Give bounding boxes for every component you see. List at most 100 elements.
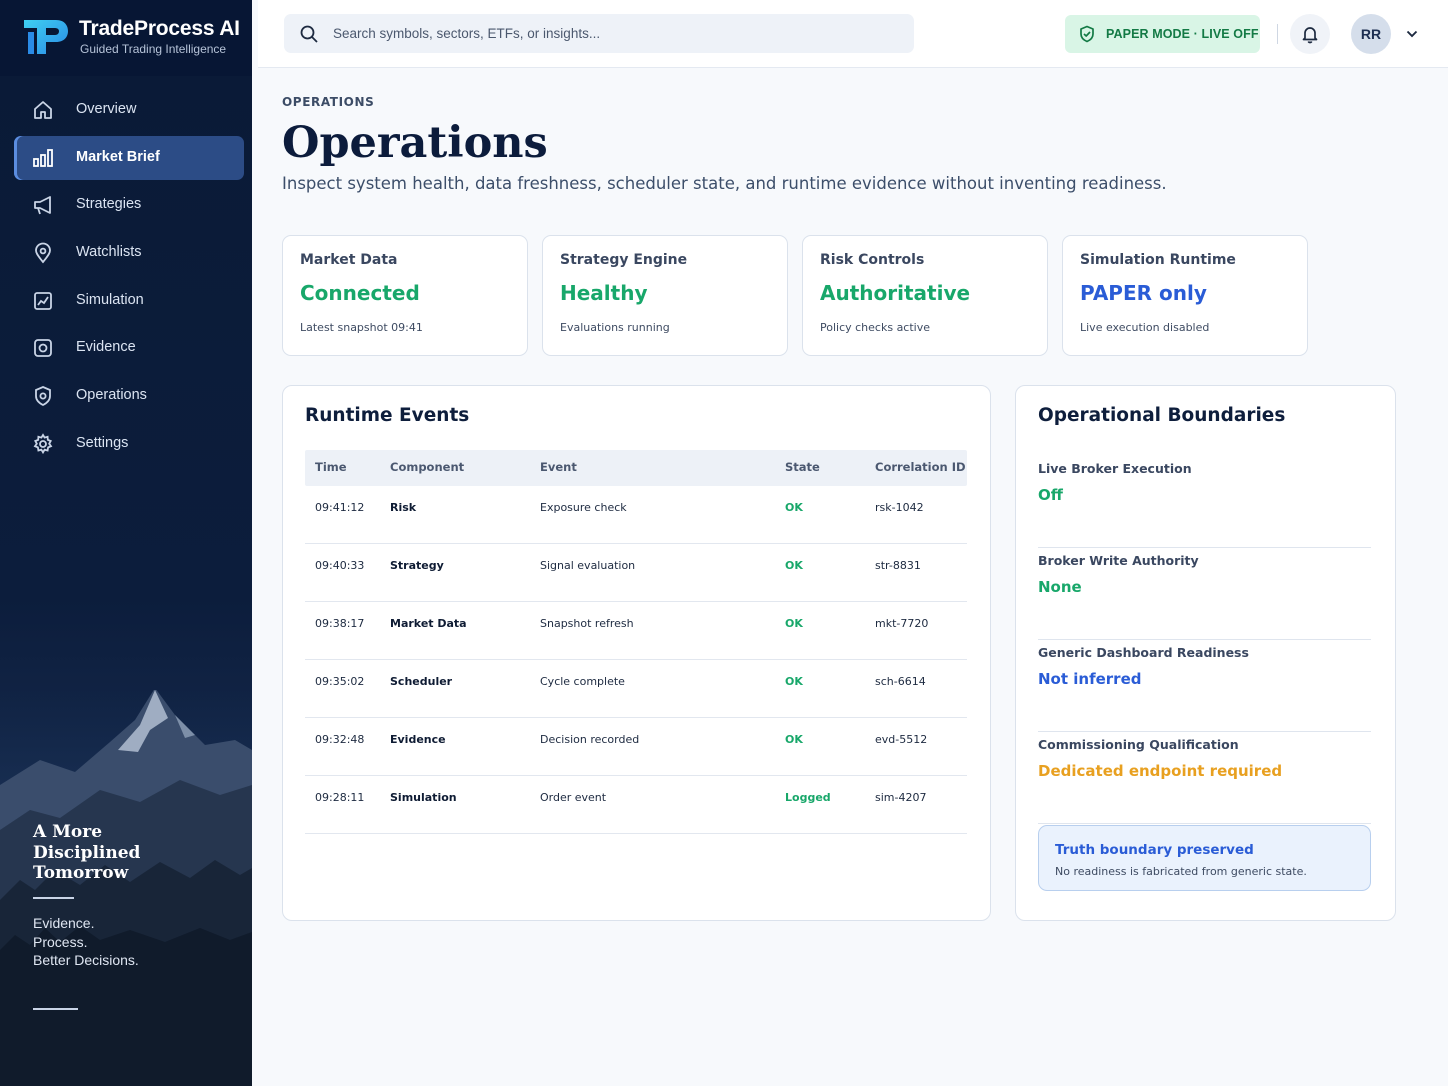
boundary-value: Dedicated endpoint required	[1038, 762, 1283, 780]
promo-tagline-line: Disciplined	[33, 842, 141, 863]
cell-time: 09:41:12	[315, 501, 365, 514]
table-row[interactable]: 09:32:48 Evidence Decision recorded OK e…	[305, 718, 967, 776]
sidebar-item-label: Settings	[76, 434, 129, 451]
sidebar-item-label: Strategies	[76, 196, 142, 213]
status-card-value: Connected	[300, 281, 420, 305]
cell-time: 09:32:48	[315, 733, 365, 746]
panel-title: Operational Boundaries	[1038, 405, 1286, 426]
promo-divider	[33, 897, 74, 899]
cell-event: Exposure check	[540, 501, 627, 514]
cell-state: Logged	[785, 791, 831, 804]
truth-boundary-notice: Truth boundary preserved No readiness is…	[1038, 825, 1371, 891]
boundary-label: Live Broker Execution	[1038, 461, 1192, 476]
notifications-button[interactable]	[1290, 14, 1330, 54]
sidebar-item-simulation[interactable]: Simulation	[14, 279, 244, 323]
table-row[interactable]: 09:40:33 Strategy Signal evaluation OK s…	[305, 544, 967, 602]
search-icon	[300, 25, 318, 43]
brand-header[interactable]: TradeProcess AI Guided Trading Intellige…	[0, 0, 252, 76]
cell-time: 09:38:17	[315, 617, 365, 630]
cell-component: Evidence	[390, 733, 446, 746]
table-header: Time Component Event State Correlation I…	[305, 450, 967, 486]
status-card-label: Simulation Runtime	[1080, 252, 1236, 268]
status-card-strategy-engine: Strategy Engine Healthy Evaluations runn…	[542, 235, 788, 356]
cell-correlation-id: sim-4207	[875, 791, 927, 804]
megaphone-icon	[34, 196, 51, 215]
shield-check-icon	[1080, 25, 1094, 43]
promo-point: Process.	[33, 933, 88, 950]
cell-event: Signal evaluation	[540, 559, 636, 572]
top-bar: Search symbols, sectors, ETFs, or insigh…	[258, 0, 1448, 68]
page-subtitle: Inspect system health, data freshness, s…	[282, 174, 1167, 193]
cell-component: Risk	[390, 501, 417, 514]
sidebar-item-label: Watchlists	[76, 244, 142, 261]
brand-subtitle: Guided Trading Intelligence	[80, 42, 227, 56]
sidebar-item-strategies[interactable]: Strategies	[14, 183, 244, 227]
table-row[interactable]: 09:28:11 Simulation Order event Logged s…	[305, 776, 967, 834]
shield-gear-icon	[35, 386, 51, 407]
boundary-item-commissioning-qualification: Commissioning Qualification Dedicated en…	[1038, 732, 1371, 824]
cell-component: Simulation	[390, 791, 457, 804]
table-row[interactable]: 09:38:17 Market Data Snapshot refresh OK…	[305, 602, 967, 660]
events-table: Time Component Event State Correlation I…	[305, 450, 967, 834]
brand-title: TradeProcess AI	[79, 17, 240, 40]
column-header-correlation-id[interactable]: Correlation ID	[875, 460, 966, 474]
boundary-item-live-broker-execution: Live Broker Execution Off	[1038, 456, 1371, 548]
status-card-market-data: Market Data Connected Latest snapshot 09…	[282, 235, 528, 356]
status-card-risk-controls: Risk Controls Authoritative Policy check…	[802, 235, 1048, 356]
boundary-item-broker-write-authority: Broker Write Authority None	[1038, 548, 1371, 640]
boundary-value: Not inferred	[1038, 670, 1142, 688]
paper-mode-badge[interactable]: PAPER MODE · LIVE OFF	[1065, 15, 1260, 53]
bell-icon	[1302, 27, 1318, 44]
notice-text: No readiness is fabricated from generic …	[1055, 865, 1307, 878]
operational-boundaries-panel: Operational Boundaries Live Broker Execu…	[1015, 385, 1396, 921]
sidebar-item-label: Evidence	[76, 339, 136, 356]
cell-state: OK	[785, 559, 803, 572]
column-header-time[interactable]: Time	[315, 460, 347, 474]
boundary-value: Off	[1038, 486, 1063, 504]
cell-time: 09:40:33	[315, 559, 365, 572]
status-card-value: Authoritative	[820, 281, 971, 305]
status-card-note: Live execution disabled	[1080, 321, 1210, 334]
cell-component: Strategy	[390, 559, 444, 572]
table-row[interactable]: 09:35:02 Scheduler Cycle complete OK sch…	[305, 660, 967, 718]
paper-mode-label: PAPER MODE · LIVE OFF	[1106, 27, 1259, 41]
column-header-event[interactable]: Event	[540, 460, 577, 474]
cell-time: 09:35:02	[315, 675, 365, 688]
cell-correlation-id: evd-5512	[875, 733, 928, 746]
status-card-note: Evaluations running	[560, 321, 670, 334]
column-header-state[interactable]: State	[785, 460, 820, 474]
table-row[interactable]: 09:41:12 Risk Exposure check OK rsk-1042	[305, 486, 967, 544]
boundary-label: Broker Write Authority	[1038, 553, 1199, 568]
sidebar-item-evidence[interactable]: Evidence	[14, 326, 244, 370]
status-card-label: Strategy Engine	[560, 252, 688, 268]
column-header-component[interactable]: Component	[390, 460, 464, 474]
gear-icon	[33, 433, 53, 454]
promo-divider	[33, 1008, 78, 1010]
cell-event: Cycle complete	[540, 675, 625, 688]
boundary-label: Commissioning Qualification	[1038, 737, 1239, 752]
boundary-value: None	[1038, 578, 1082, 596]
boundaries-list: Live Broker Execution Off Broker Write A…	[1038, 456, 1371, 824]
cell-time: 09:28:11	[315, 791, 365, 804]
promo-point: Better Decisions.	[33, 952, 139, 969]
search-input[interactable]: Search symbols, sectors, ETFs, or insigh…	[284, 14, 914, 53]
promo-points: Evidence. Process. Better Decisions.	[33, 914, 139, 970]
sidebar-item-settings[interactable]: Settings	[14, 422, 244, 466]
avatar[interactable]: RR	[1351, 14, 1391, 54]
promo-tagline: A More Disciplined Tomorrow	[33, 822, 140, 884]
status-cards: Market Data Connected Latest snapshot 09…	[282, 235, 1312, 357]
cell-state: OK	[785, 733, 803, 746]
bar-chart-icon	[33, 148, 53, 167]
sidebar-item-market-brief[interactable]: Market Brief	[14, 135, 244, 180]
cell-correlation-id: str-8831	[875, 559, 921, 572]
sidebar-item-watchlists[interactable]: Watchlists	[14, 231, 244, 275]
runtime-events-panel: Runtime Events Time Component Event Stat…	[282, 385, 991, 921]
sidebar-item-overview[interactable]: Overview	[14, 88, 244, 132]
topbar-divider	[1277, 24, 1278, 44]
boundary-label: Generic Dashboard Readiness	[1038, 645, 1249, 660]
chevron-down-icon[interactable]	[1405, 27, 1419, 41]
mountain-background-image	[0, 690, 252, 1086]
simulation-icon	[34, 291, 52, 310]
sidebar-item-operations[interactable]: Operations	[14, 374, 244, 418]
page-title: Operations	[282, 118, 548, 168]
